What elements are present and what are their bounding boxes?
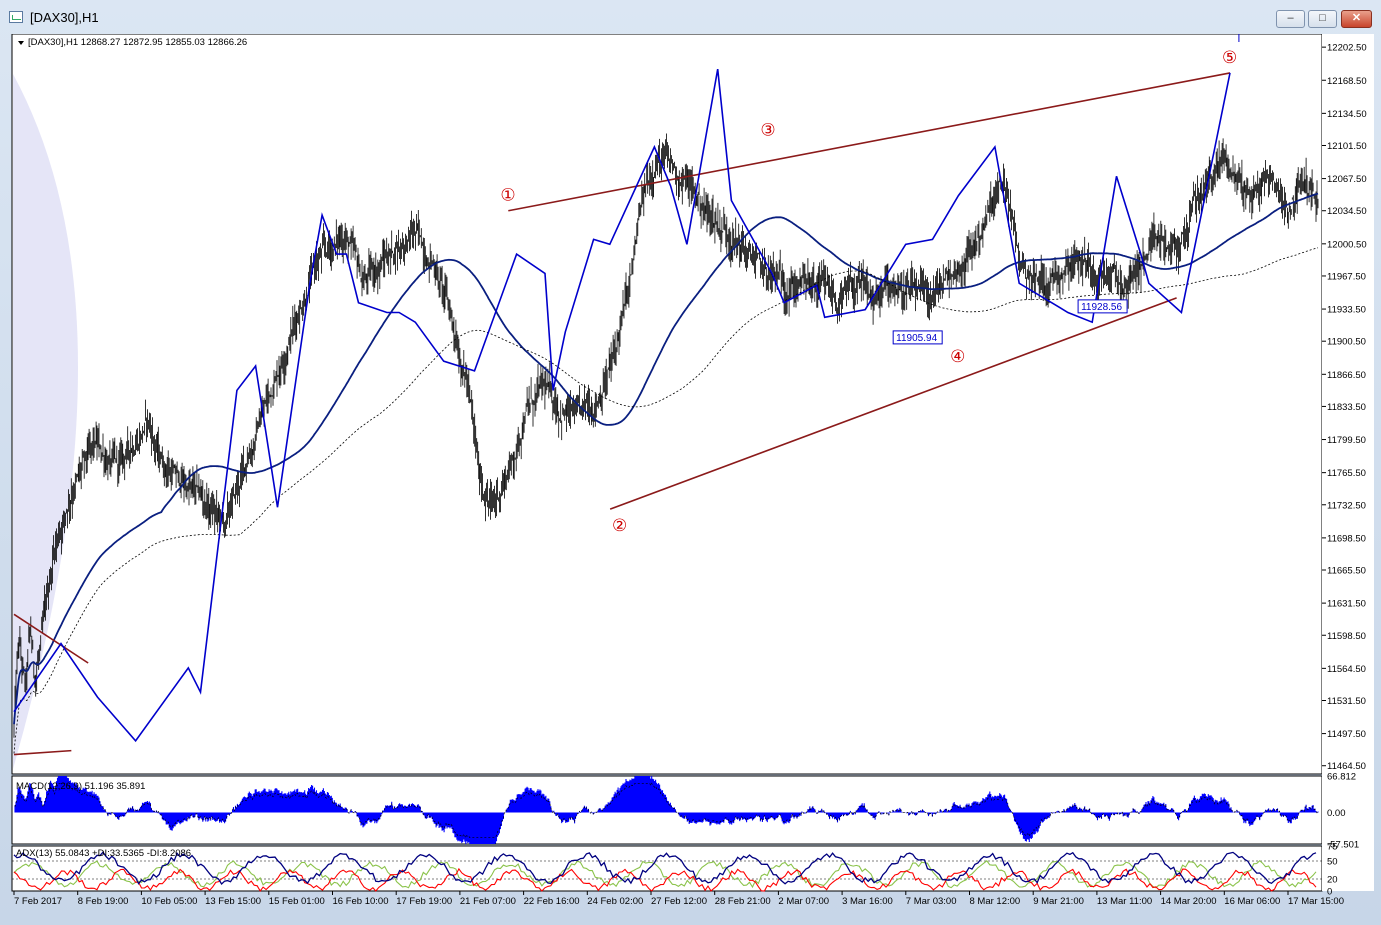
macd-tick-label: 0.00 [1327,808,1346,819]
y-tick-label: 11698.50 [1327,533,1366,544]
x-tick-label: 13 Mar 11:00 [1097,896,1152,907]
y-tick-label: 12067.50 [1327,174,1367,185]
y-tick-label: 11833.50 [1327,402,1366,413]
y-tick-label: 11564.50 [1327,664,1366,675]
y-tick-label: 11765.50 [1327,468,1366,479]
y-tick-label: 12000.50 [1327,239,1367,250]
wave-marker: ⑤ [1222,48,1237,67]
minimize-button[interactable]: ‒ [1276,10,1305,28]
y-tick-label: 11531.50 [1327,696,1366,707]
terminal-window: [DAX30],H1 ‒ □ ✕ 12202.50 12168.50 12134.5… [0,0,1381,925]
adx-tick-label: 50 [1327,857,1338,868]
y-tick-label: 11598.50 [1327,631,1366,642]
window-title: [DAX30],H1 [30,10,99,25]
x-tick-label: 28 Feb 21:00 [715,896,771,907]
x-tick-label: 16 Mar 06:00 [1224,896,1280,907]
y-tick-label: 11497.50 [1327,729,1366,740]
x-tick-label: 16 Feb 10:00 [333,896,389,907]
y-tick-label: 12034.50 [1327,206,1367,217]
price-box-label: 11905.94 [896,333,937,344]
y-tick-label: 12202.50 [1327,43,1367,54]
x-tick-label: 27 Feb 12:00 [651,896,707,907]
x-tick-label: 8 Mar 12:00 [970,896,1021,907]
x-tick-label: 2 Mar 07:00 [778,896,829,907]
wave-marker: ② [612,516,627,535]
y-tick-label: 12101.50 [1327,141,1367,152]
x-tick-label: 13 Feb 15:00 [205,896,261,907]
y-tick-label: 11967.50 [1327,271,1366,282]
adx-tick-label: 75 [1327,842,1338,853]
wave-marker: ① [500,186,515,205]
maximize-button[interactable]: □ [1308,10,1337,28]
y-tick-label: 12134.50 [1327,109,1367,120]
wave-marker: ③ [760,120,775,139]
y-tick-label: 11799.50 [1327,435,1366,446]
y-tick-label: 12168.50 [1327,76,1367,87]
y-tick-label: 11900.50 [1327,337,1366,348]
x-tick-label: 10 Feb 05:00 [141,896,197,907]
x-tick-label: 7 Feb 2017 [14,896,62,907]
x-tick-label: 21 Feb 07:00 [460,896,516,907]
y-tick-label: 11933.50 [1327,305,1366,316]
x-tick-label: 7 Mar 03:00 [906,896,957,907]
x-tick-label: 22 Feb 16:00 [524,896,580,907]
x-tick-label: 9 Mar 21:00 [1033,896,1084,907]
title-bar[interactable]: [DAX30],H1 ‒ □ ✕ [0,0,1381,34]
x-tick-label: 17 Mar 15:00 [1288,896,1344,907]
adx-label: ADX(13) 55.0843 +DI:33.5365 -DI:8.2086 [16,848,191,859]
price-box-label: 11928.56 [1081,302,1122,313]
main-panel [11,34,1323,775]
y-tick-label: 11631.50 [1327,599,1366,610]
close-button[interactable]: ✕ [1341,10,1372,28]
x-tick-label: 8 Feb 19:00 [78,896,129,907]
x-tick-label: 17 Feb 19:00 [396,896,452,907]
wave-marker: ④ [950,347,965,366]
x-tick-label: 14 Mar 20:00 [1161,896,1217,907]
x-tick-label: 15 Feb 01:00 [269,896,325,907]
macd-tick-label: 66.812 [1327,772,1356,783]
symbol-info: [DAX30],H1 12868.27 12872.95 12855.03 12… [28,37,247,48]
adx-tick-label: 20 [1327,875,1338,886]
price-chart[interactable]: 12202.50 12168.50 12134.50 12101.50 12067.50… [8,34,1374,914]
x-tick-label: 24 Feb 02:00 [587,896,643,907]
macd-label: MACD(12,26,9) 51.196 35.891 [16,781,145,792]
y-tick-label: 11866.50 [1327,370,1366,381]
chart-window-icon [9,11,23,23]
y-tick-label: 11732.50 [1327,500,1366,511]
x-tick-label: 3 Mar 16:00 [842,896,893,907]
y-tick-label: 11665.50 [1327,566,1366,577]
